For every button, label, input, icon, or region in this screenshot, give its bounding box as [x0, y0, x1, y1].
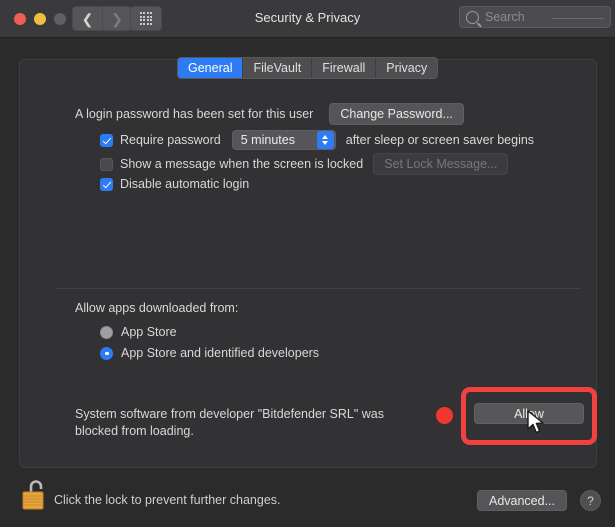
tab-privacy[interactable]: Privacy [376, 58, 437, 78]
require-password-suffix: after sleep or screen saver begins [345, 133, 535, 147]
lock-hint-text: Click the lock to prevent further change… [54, 493, 281, 507]
require-password-delay-value: 5 minutes [240, 133, 295, 147]
change-password-button[interactable]: Change Password... [329, 103, 464, 125]
login-password-status: A login password has been set for this u… [75, 107, 314, 121]
annotation-marker-dot [436, 407, 453, 424]
blocked-software-message: System software from developer "Bitdefen… [75, 407, 385, 438]
show-lock-message-checkbox[interactable] [100, 157, 113, 171]
search-input[interactable]: Search [485, 10, 525, 24]
help-button[interactable]: ? [580, 490, 601, 511]
allow-apps-option-identified-developers[interactable]: App Store and identified developers [100, 346, 319, 360]
require-password-label: Require password [120, 133, 221, 147]
disable-auto-login-row: Disable automatic login [100, 177, 249, 191]
radio-app-store[interactable] [100, 325, 113, 339]
chevron-updown-icon [316, 131, 334, 149]
search-icon [466, 10, 479, 24]
section-divider [56, 288, 581, 289]
mouse-pointer-icon [527, 410, 544, 434]
window-titlebar: ❮ ❯ Security & Privacy Search [0, 0, 615, 38]
radio-app-store-identified-developers[interactable] [100, 346, 113, 360]
require-password-row: Require password 5 minutes after sleep o… [100, 130, 534, 150]
disable-auto-login-label: Disable automatic login [120, 177, 250, 191]
unlocked-padlock-icon[interactable] [20, 478, 48, 512]
radio-app-store-label: App Store [121, 325, 177, 339]
require-password-checkbox[interactable] [100, 133, 113, 147]
disable-auto-login-checkbox[interactable] [100, 177, 113, 191]
search-divider [552, 18, 604, 19]
set-lock-message-button[interactable]: Set Lock Message... [373, 153, 509, 175]
tab-firewall[interactable]: Firewall [312, 58, 377, 78]
tab-general[interactable]: General [178, 58, 244, 78]
require-password-delay-popup[interactable]: 5 minutes [231, 130, 336, 150]
login-password-row: A login password has been set for this u… [75, 103, 464, 125]
tab-bar: General FileVault Firewall Privacy [177, 57, 439, 79]
show-lock-message-label: Show a message when the screen is locked [120, 157, 364, 171]
allow-apps-option-appstore[interactable]: App Store [100, 325, 177, 339]
allow-apps-heading-row: Allow apps downloaded from: [75, 301, 238, 315]
advanced-button[interactable]: Advanced... [477, 490, 567, 511]
allow-apps-heading: Allow apps downloaded from: [75, 301, 239, 315]
tab-filevault[interactable]: FileVault [243, 58, 313, 78]
radio-app-store-identified-developers-label: App Store and identified developers [121, 346, 320, 360]
search-field[interactable]: Search [459, 6, 611, 28]
lock-message-row: Show a message when the screen is locked… [100, 153, 509, 175]
